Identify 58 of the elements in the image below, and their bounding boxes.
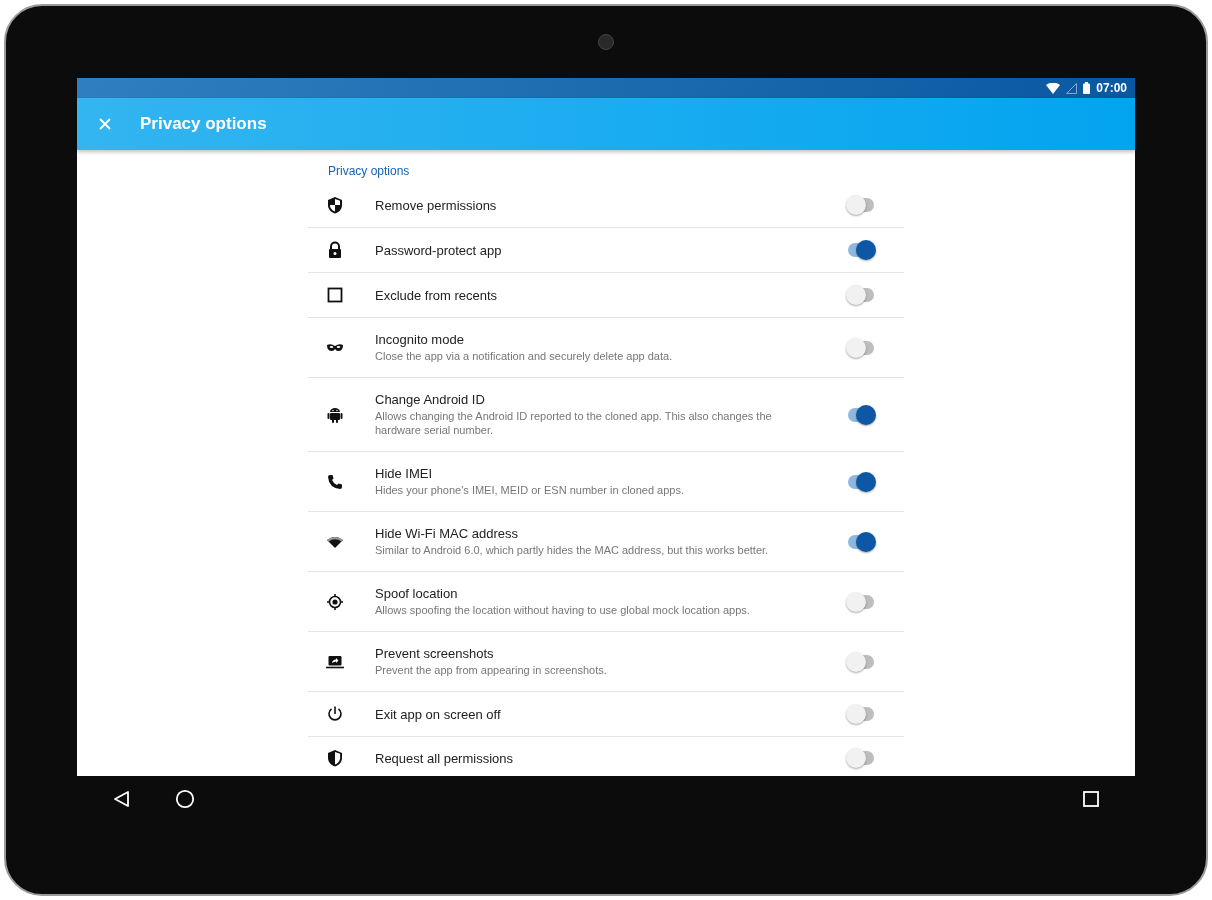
toggle-switch[interactable]: [846, 285, 876, 305]
toggle-switch[interactable]: [846, 240, 876, 260]
setting-title: Hide IMEI: [375, 466, 433, 481]
settings-row[interactable]: Password-protect app: [308, 228, 904, 273]
settings-row[interactable]: Remove permissions: [308, 183, 904, 228]
setting-title: Exclude from recents: [375, 287, 498, 303]
shield-icon: [326, 196, 344, 214]
setting-title: Request all permissions: [375, 750, 513, 766]
setting-description: Allows changing the Android ID reported to the cloned app. This also changes the hardware serial number.: [375, 409, 773, 437]
toggle-switch[interactable]: [846, 404, 876, 425]
setting-description: Similar to Android 6.0, which partly hides the MAC address, but this works better.: [375, 543, 770, 557]
toggle-switch[interactable]: [846, 748, 876, 768]
recents-button[interactable]: [1083, 791, 1099, 807]
setting-title: Change Android ID: [375, 392, 485, 407]
lock-icon: [326, 241, 344, 259]
power-icon: [326, 705, 344, 723]
close-icon: [99, 118, 111, 130]
toggle-switch[interactable]: [846, 195, 876, 215]
settings-row[interactable]: Incognito mode Close the app via a notification and securely delete app data.: [308, 318, 904, 378]
settings-row[interactable]: Prevent screenshots Prevent the app from appearing in screenshots.: [308, 632, 904, 692]
back-button[interactable]: [113, 790, 131, 808]
toggle-switch[interactable]: [846, 471, 876, 492]
setting-title: Incognito mode: [375, 332, 464, 347]
android-icon: [326, 405, 344, 424]
toggle-switch[interactable]: [846, 591, 876, 612]
toggle-switch[interactable]: [846, 651, 876, 672]
setting-description: Prevent the app from appearing in screenshots.: [375, 663, 608, 677]
setting-title: Prevent screenshots: [375, 646, 494, 661]
setting-description: Allows spoofing the location without having to use global mock location apps.: [375, 603, 751, 617]
settings-row[interactable]: Hide IMEI Hides your phone's IMEI, MEID or ESN number in cloned apps.: [308, 452, 904, 512]
shield-icon: [326, 749, 344, 767]
setting-description: Close the app via a notification and securely delete app data.: [375, 349, 674, 363]
settings-row[interactable]: Request all permissions: [308, 737, 904, 770]
clock: 07:00: [1096, 81, 1127, 95]
settings-row[interactable]: Hide Wi-Fi MAC address Similar to Android 6.0, which partly hides the MAC address, but this works better.: [308, 512, 904, 572]
toggle-switch[interactable]: [846, 337, 876, 358]
setting-title: Remove permissions: [375, 197, 497, 213]
toggle-switch[interactable]: [846, 531, 876, 552]
setting-title: Password-protect app: [375, 242, 502, 258]
section-header: Privacy options: [327, 163, 410, 180]
toggle-switch[interactable]: [846, 704, 876, 724]
settings-row[interactable]: Exit app on screen off: [308, 692, 904, 737]
settings-row[interactable]: Spoof location Allows spoofing the location without having to use global mock location apps.: [308, 572, 904, 632]
setting-title: Exit app on screen off: [375, 706, 501, 722]
home-button[interactable]: [175, 789, 195, 809]
phone-icon: [326, 472, 344, 491]
battery-icon: [1083, 82, 1091, 94]
settings-row[interactable]: Change Android ID Allows changing the Android ID reported to the cloned app. This also changes the hardware serial number.: [308, 378, 904, 452]
camera-icon: [598, 34, 614, 50]
app-title: Privacy options: [140, 114, 267, 134]
wifi-icon: [1046, 82, 1061, 94]
setting-title: Spoof location: [375, 586, 458, 601]
crosshair-icon: [326, 592, 344, 611]
setting-title: Hide Wi-Fi MAC address: [375, 526, 519, 541]
settings-row[interactable]: Exclude from recents: [308, 273, 904, 318]
square-icon: [326, 286, 344, 304]
setting-description: Hides your phone's IMEI, MEID or ESN number in cloned apps.: [375, 483, 686, 497]
signal-icon: [1066, 82, 1078, 94]
